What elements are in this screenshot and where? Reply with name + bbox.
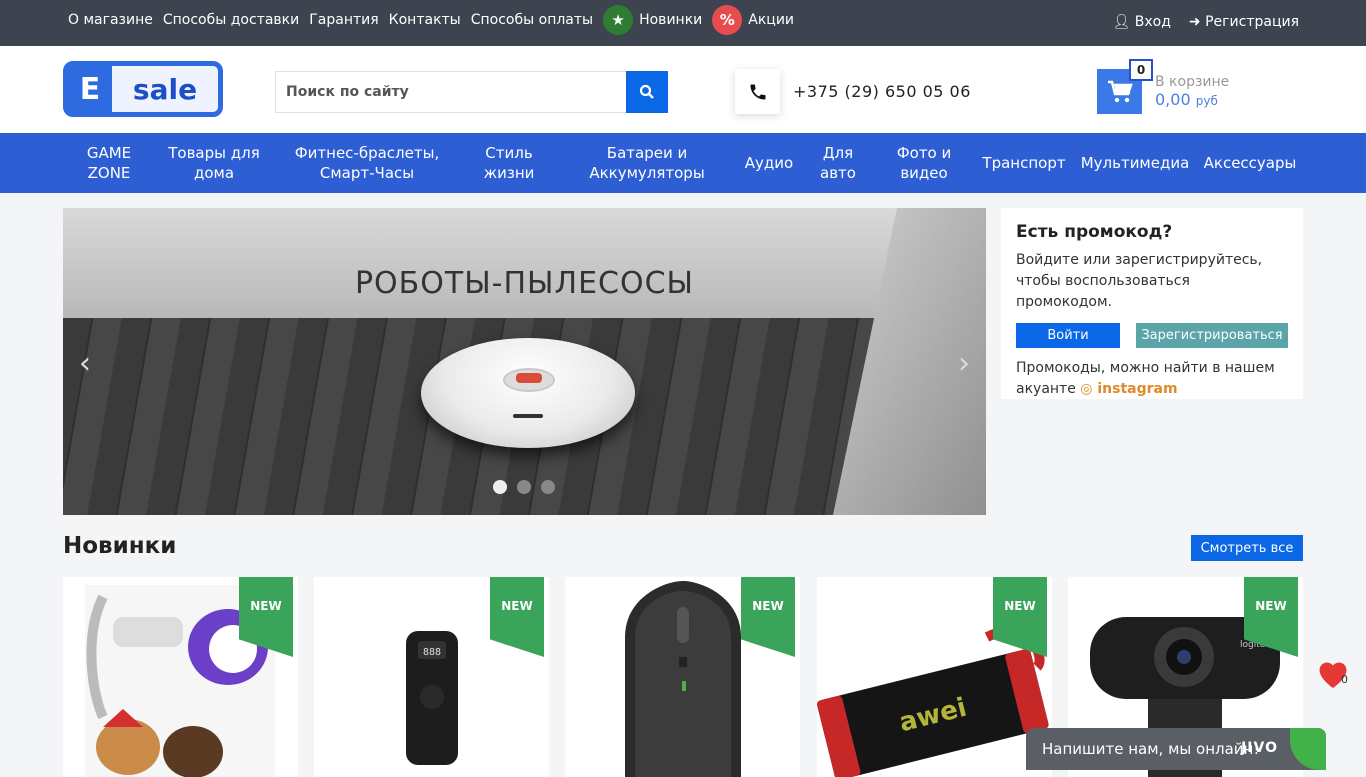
slide-wall — [63, 208, 986, 318]
link-payment[interactable]: Способы оплаты — [471, 12, 593, 28]
nav-item-batteries[interactable]: Батареи и Аккумуляторы — [572, 133, 722, 193]
hero-slider[interactable]: РОБОТЫ-ПЫЛЕСОСЫ ‹ › — [63, 208, 986, 515]
product-card[interactable]: 888 NEW — [314, 577, 549, 777]
new-badge-label: NEW — [1004, 599, 1036, 613]
product-card[interactable]: NEW — [565, 577, 800, 777]
nav-item-audio[interactable]: Аудио — [742, 133, 796, 193]
promo-title: Есть промокод? — [1016, 222, 1173, 242]
promo-text: Войдите или зарегистрируйтесь, чтобы вос… — [1016, 252, 1263, 310]
phone-icon — [735, 69, 780, 114]
header: E sale +375 (29) 650 05 06 0 В корзине 0… — [0, 46, 1366, 133]
robot-accent — [516, 373, 542, 383]
nav-item-transport[interactable]: Транспорт — [980, 133, 1068, 193]
link-new[interactable]: ★ Новинки — [603, 5, 702, 35]
slide-title: РОБОТЫ-ПЫЛЕСОСЫ — [354, 266, 695, 301]
percent-icon: % — [712, 5, 743, 35]
top-bar: О магазине Способы доставки Гарантия Кон… — [0, 0, 1366, 46]
link-contacts[interactable]: Контакты — [389, 12, 461, 28]
new-badge-label: NEW — [501, 599, 533, 613]
cart-sum-value: 0,00 — [1155, 90, 1191, 109]
see-all-button[interactable]: Смотреть все — [1191, 535, 1303, 561]
promo-note: Промокоды, можно найти в нашем акуанте ◎… — [1016, 358, 1288, 400]
site-logo[interactable]: E sale — [63, 61, 223, 117]
cart-label: В корзине — [1155, 74, 1230, 90]
promo-buttons: Войти Зарегистрироваться — [1016, 323, 1288, 348]
svg-text:888: 888 — [423, 647, 441, 658]
search-form — [275, 71, 668, 113]
product-card[interactable]: awei NEW — [817, 577, 1052, 777]
link-delivery[interactable]: Способы доставки — [163, 12, 299, 28]
user-icon: 👤︎ — [1112, 14, 1131, 30]
register-label: Регистрация — [1205, 14, 1299, 30]
search-icon — [639, 84, 654, 99]
chat-widget[interactable]: Напишите нам, мы онлайн! JIVO — [1026, 728, 1326, 770]
link-new-label: Новинки — [639, 12, 703, 28]
login-label: Вход — [1134, 14, 1171, 30]
chat-brand-logo: JIVO — [1241, 740, 1278, 756]
promo-box: Есть промокод? Войдите или зарегистрируй… — [1001, 208, 1303, 399]
promo-register-button[interactable]: Зарегистрироваться — [1136, 323, 1288, 348]
cart-icon — [1107, 80, 1133, 102]
register-link[interactable]: ➜ Регистрация — [1189, 14, 1299, 30]
star-icon: ★ — [603, 5, 634, 35]
new-badge-label: NEW — [752, 599, 784, 613]
chat-status-indicator — [1290, 728, 1326, 770]
nav-item-home-goods[interactable]: Товары для дома — [160, 133, 268, 193]
cart-count-badge: 0 — [1129, 59, 1153, 81]
robot-slot — [513, 414, 543, 418]
phone-number[interactable]: +375 (29) 650 05 06 — [793, 82, 971, 101]
slider-dots — [493, 480, 555, 494]
slider-next-arrow[interactable]: › — [958, 346, 970, 381]
instagram-label: instagram — [1097, 381, 1178, 397]
cart-sum: 0,00 руб — [1155, 90, 1218, 109]
new-badge-label: NEW — [1255, 599, 1287, 613]
link-about[interactable]: О магазине — [68, 12, 153, 28]
link-sale[interactable]: % Акции — [712, 5, 794, 35]
slider-dot-3[interactable] — [541, 480, 555, 494]
link-sale-label: Акции — [748, 12, 795, 28]
cart-currency: руб — [1195, 94, 1218, 108]
slider-dot-1[interactable] — [493, 480, 507, 494]
nav-item-accessories[interactable]: Аксессуары — [1202, 133, 1298, 193]
link-warranty[interactable]: Гарантия — [309, 12, 378, 28]
favorites-count: 0 — [1341, 673, 1348, 686]
search-button[interactable] — [626, 71, 668, 113]
instagram-link[interactable]: ◎ instagram — [1080, 381, 1177, 397]
nav-item-photo[interactable]: Фото и видео — [884, 133, 964, 193]
nav-item-auto[interactable]: Для авто — [812, 133, 864, 193]
login-link[interactable]: 👤︎ Вход — [1113, 14, 1171, 30]
nav-item-lifestyle[interactable]: Стиль жизни — [466, 133, 552, 193]
nav-item-fitness[interactable]: Фитнес-браслеты, Смарт-Часы — [288, 133, 446, 193]
nav-item-game-zone[interactable]: GAME ZONE — [78, 133, 140, 193]
search-input[interactable] — [275, 71, 626, 113]
logo-letter: E — [68, 66, 112, 112]
nav-item-multimedia[interactable]: Мультимедиа — [1080, 133, 1190, 193]
logo-text: sale — [132, 72, 198, 106]
top-links: О магазине Способы доставки Гарантия Кон… — [68, 0, 794, 40]
new-badge-label: NEW — [250, 599, 282, 613]
main-nav: GAME ZONE Товары для дома Фитнес-браслет… — [0, 133, 1366, 193]
promo-login-button[interactable]: Войти — [1016, 323, 1120, 348]
slider-dot-2[interactable] — [517, 480, 531, 494]
instagram-icon: ◎ — [1080, 381, 1093, 397]
robot-vacuum-image — [421, 338, 635, 448]
signin-icon: ➜ — [1188, 14, 1201, 30]
slider-prev-arrow[interactable]: ‹ — [79, 346, 91, 381]
product-card[interactable]: NEW — [63, 577, 298, 777]
auth-links: 👤︎ Вход ➜ Регистрация — [1113, 0, 1299, 44]
new-section-title: Новинки — [63, 533, 177, 559]
chat-text: Напишите нам, мы онлайн! — [1042, 740, 1260, 758]
